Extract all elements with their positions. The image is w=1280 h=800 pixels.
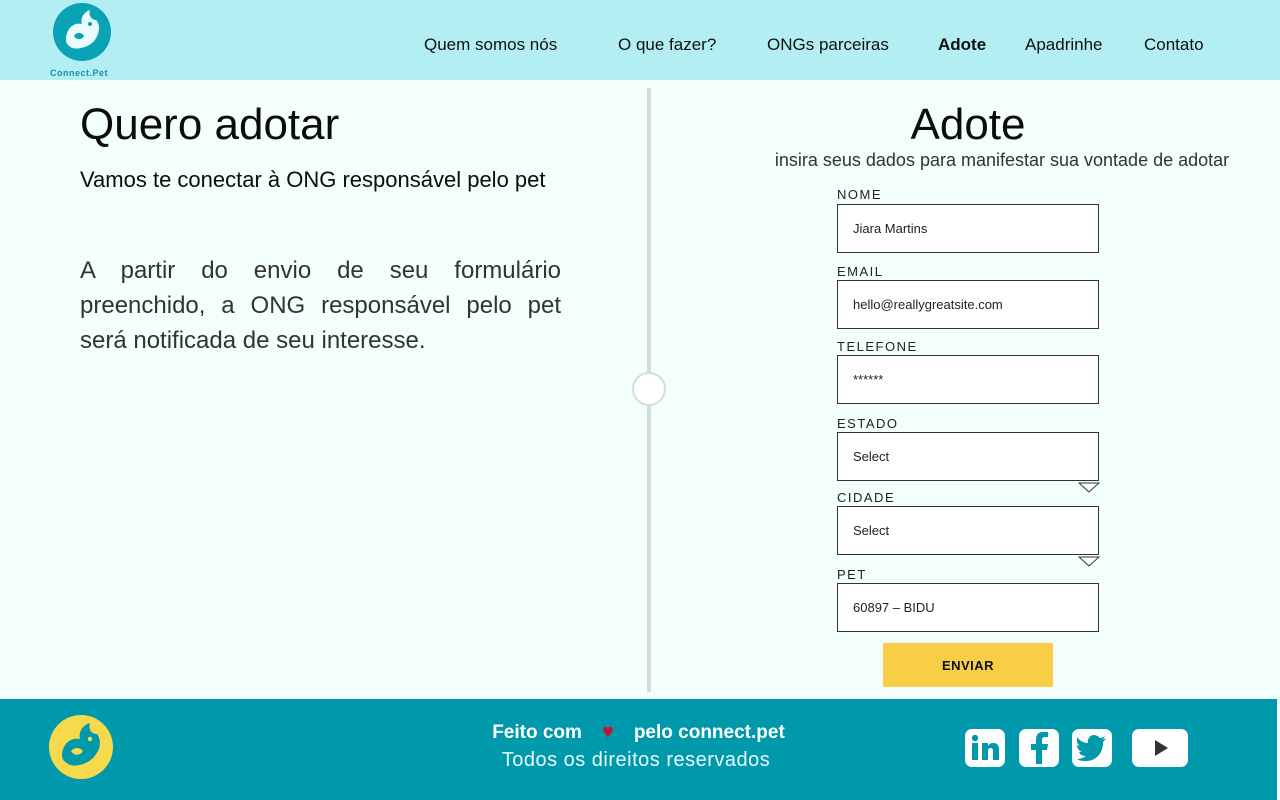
- made-with-suffix: pelo connect.pet: [633, 722, 785, 743]
- estado-label: ESTADO: [837, 416, 899, 431]
- estado-select[interactable]: Select: [837, 432, 1099, 481]
- brand-name: Connect.Pet: [50, 68, 109, 78]
- email-field[interactable]: hello@reallygreatsite.com: [837, 280, 1099, 329]
- nav-ongs-parceiras[interactable]: ONGs parceiras: [767, 35, 889, 55]
- connect-pet-logo[interactable]: Connect.Pet: [46, 2, 118, 78]
- email-label: EMAIL: [837, 264, 884, 279]
- nav-apadrinhe[interactable]: Apadrinhe: [1025, 35, 1103, 55]
- cidade-select[interactable]: Select: [837, 506, 1099, 555]
- cidade-label: CIDADE: [837, 490, 896, 505]
- footer: Feito com ♥ pelo connect.pet Todos os dire…: [0, 699, 1277, 800]
- youtube-icon[interactable]: [1132, 729, 1188, 767]
- intro-subtitle: Vamos te conectar à ONG responsável pelo…: [80, 167, 546, 192]
- linkedin-icon[interactable]: [965, 729, 1005, 767]
- nav-quem-somos[interactable]: Quem somos nós: [424, 35, 557, 55]
- estado-chevron-down-icon[interactable]: [1078, 482, 1100, 493]
- enviar-button[interactable]: ENVIAR: [883, 643, 1053, 687]
- twitter-icon[interactable]: [1072, 729, 1112, 767]
- form-subtitle: insira seus dados para manifestar sua vo…: [774, 150, 1230, 170]
- telefone-field[interactable]: ******: [837, 355, 1099, 404]
- form-title: Adote: [910, 100, 1026, 149]
- pet-field[interactable]: 60897 – BIDU: [837, 583, 1099, 632]
- cidade-chevron-down-icon[interactable]: [1078, 556, 1100, 567]
- facebook-icon[interactable]: [1019, 729, 1059, 767]
- intro-body: A partir do envio de seu formulário pree…: [80, 257, 561, 354]
- nome-label: NOME: [837, 187, 882, 202]
- telefone-label: TELEFONE: [837, 339, 918, 354]
- header: Connect.Pet Quem somos nós O que fazer? …: [0, 0, 1280, 80]
- nav-o-que-fazer[interactable]: O que fazer?: [618, 35, 716, 55]
- dog-cat-logo-icon: [53, 3, 111, 61]
- page-title: Quero adotar: [80, 100, 340, 149]
- nav-contato[interactable]: Contato: [1144, 35, 1204, 55]
- nome-field[interactable]: Jiara Martins: [837, 204, 1099, 253]
- pet-label: PET: [837, 567, 867, 582]
- nav-adote[interactable]: Adote: [938, 35, 986, 55]
- made-with-prefix: Feito com: [492, 722, 582, 743]
- heart-icon: ♥: [601, 721, 614, 743]
- divider-knob: [632, 372, 666, 406]
